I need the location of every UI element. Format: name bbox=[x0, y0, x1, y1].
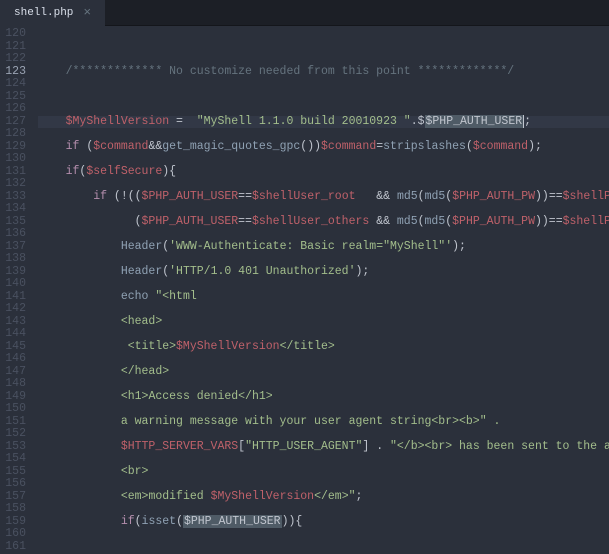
selection: $PHP_AUTH_USER bbox=[183, 515, 282, 528]
code-line: Header('WWW-Authenticate: Basic realm="M… bbox=[38, 241, 609, 254]
line-number: 126 bbox=[4, 103, 26, 116]
code-line: ($PHP_AUTH_USER==$shellUser_others && md… bbox=[38, 216, 609, 229]
code-line: a warning message with your user agent s… bbox=[38, 416, 609, 429]
line-number: 158 bbox=[4, 503, 26, 516]
line-number: 146 bbox=[4, 353, 26, 366]
code-line: </head> bbox=[38, 366, 609, 379]
code-line: if ($command&&get_magic_quotes_gpc())$co… bbox=[38, 141, 609, 154]
line-number: 122 bbox=[4, 53, 26, 66]
code-line bbox=[38, 41, 609, 54]
code-line: Header('HTTP/1.0 401 Unauthorized'); bbox=[38, 266, 609, 279]
editor: 1201211221231241251261271281291301311321… bbox=[0, 26, 609, 540]
tab-shell-php[interactable]: shell.php × bbox=[0, 0, 105, 26]
line-number: 140 bbox=[4, 278, 26, 291]
line-number: 154 bbox=[4, 453, 26, 466]
code-line: <title>$MyShellVersion</title> bbox=[38, 341, 609, 354]
code-line: <br> bbox=[38, 466, 609, 479]
line-number: 128 bbox=[4, 128, 26, 141]
code-line: if (!(($PHP_AUTH_USER==$shellUser_root &… bbox=[38, 191, 609, 204]
line-number: 144 bbox=[4, 328, 26, 341]
line-number: 124 bbox=[4, 78, 26, 91]
line-number: 150 bbox=[4, 403, 26, 416]
line-number: 130 bbox=[4, 153, 26, 166]
close-icon[interactable]: × bbox=[83, 5, 91, 20]
code-line: <em>modified $MyShellVersion</em>"; bbox=[38, 491, 609, 504]
code-line: /************* No customize needed from … bbox=[38, 66, 609, 79]
code-line: echo "<html bbox=[38, 291, 609, 304]
code-line: $HTTP_SERVER_VARS["HTTP_USER_AGENT"] . "… bbox=[38, 441, 609, 454]
line-number: 136 bbox=[4, 228, 26, 241]
code-line: <head> bbox=[38, 316, 609, 329]
line-number: 138 bbox=[4, 253, 26, 266]
code-line: if($selfSecure){ bbox=[38, 166, 609, 179]
line-number: 152 bbox=[4, 428, 26, 441]
code-line-current: $MyShellVersion = "MyShell 1.1.0 build 2… bbox=[38, 116, 609, 129]
line-number: 161 bbox=[4, 541, 26, 554]
code-line: <h1>Access denied</h1> bbox=[38, 391, 609, 404]
line-number: 120 bbox=[4, 28, 26, 41]
line-number: 134 bbox=[4, 203, 26, 216]
line-number: 160 bbox=[4, 528, 26, 541]
line-number: 132 bbox=[4, 178, 26, 191]
tab-bar: shell.php × bbox=[0, 0, 609, 26]
code-area[interactable]: /************* No customize needed from … bbox=[34, 26, 609, 540]
line-number: 148 bbox=[4, 378, 26, 391]
line-number-gutter: 1201211221231241251261271281291301311321… bbox=[0, 26, 34, 540]
line-number: 156 bbox=[4, 478, 26, 491]
selection: $PHP_AUTH_USER bbox=[425, 115, 524, 128]
line-number: 142 bbox=[4, 303, 26, 316]
code-line: if(isset($PHP_AUTH_USER)){ bbox=[38, 516, 609, 529]
code-line bbox=[38, 91, 609, 104]
tab-filename: shell.php bbox=[14, 7, 73, 19]
